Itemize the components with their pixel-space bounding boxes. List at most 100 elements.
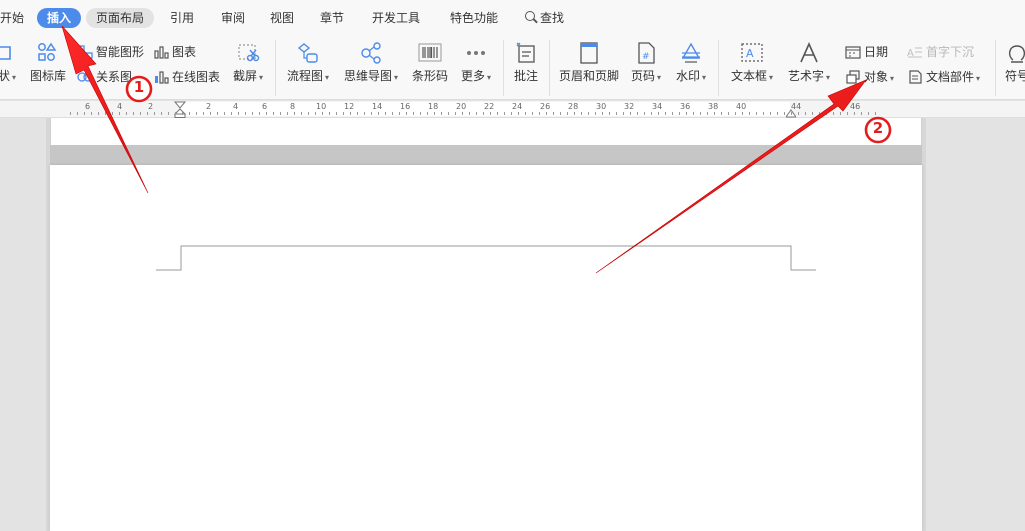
horizontal-ruler[interactable]: 6 4 2 2 4 6 8 10 12 14 16 18 20 22 24 26… xyxy=(0,101,1025,118)
wordart-button[interactable]: 艺术字 ▾ xyxy=(785,42,833,84)
smart-shape-button[interactable]: 智能图形 xyxy=(77,43,144,61)
watermark-button[interactable]: 水印 ▾ xyxy=(672,42,710,84)
ruler-label: 20 xyxy=(456,102,467,111)
ruler-tick xyxy=(588,112,589,115)
ruler-tick xyxy=(105,112,106,115)
ruler-label: 40 xyxy=(736,102,747,111)
ruler-tick xyxy=(476,112,477,115)
symbol-label: 符号 xyxy=(1004,69,1025,83)
search-icon xyxy=(525,11,538,24)
chart-button[interactable]: 图表 xyxy=(153,43,196,61)
ruler-tick xyxy=(357,112,358,115)
document-parts-icon xyxy=(909,70,922,84)
ruler-tick xyxy=(840,112,841,115)
tab-chapter[interactable]: 章节 xyxy=(320,8,344,28)
ruler-label: 36 xyxy=(680,102,691,111)
ruler-tick xyxy=(301,112,302,115)
ruler-label: 4 xyxy=(233,102,239,111)
tab-review[interactable]: 审阅 xyxy=(221,8,245,28)
watermark-label: 水印 xyxy=(675,69,700,83)
ruler-label: 22 xyxy=(484,102,495,111)
mindmap-button[interactable]: 思维导图 ▾ xyxy=(342,42,400,84)
ruler-tick xyxy=(511,112,512,115)
ruler-label: 16 xyxy=(400,102,411,111)
ruler-tick xyxy=(665,112,666,115)
ruler-tick xyxy=(238,112,239,115)
comment-icon xyxy=(516,42,535,63)
document-parts-button[interactable]: 文档部件 ▾ xyxy=(907,68,980,86)
ruler-tick xyxy=(322,112,323,115)
watermark-icon xyxy=(681,42,701,63)
ruler-tick xyxy=(413,112,414,115)
search-button[interactable]: 查找 xyxy=(525,8,564,28)
ruler-tick xyxy=(763,112,764,115)
more-button[interactable]: 更多 ▾ xyxy=(457,42,495,84)
ruler-tick xyxy=(231,112,232,115)
ruler-tick xyxy=(336,112,337,115)
ruler-tick xyxy=(147,112,148,115)
ruler-label: 46 xyxy=(850,102,861,111)
ruler-tick xyxy=(532,112,533,115)
textbox-button[interactable]: A 文本框 ▾ xyxy=(728,42,776,84)
tab-special-features[interactable]: 特色功能 xyxy=(450,8,498,28)
date-label: 日期 xyxy=(864,45,889,59)
barcode-label: 条形码 xyxy=(411,69,448,83)
ruler-label: 32 xyxy=(624,102,635,111)
drop-cap-label: 首字下沉 xyxy=(926,45,975,59)
relation-diagram-button[interactable]: 关系图 xyxy=(77,68,132,86)
symbol-button[interactable]: 符号 xyxy=(1002,42,1025,84)
mindmap-label: 思维导图 xyxy=(343,69,392,83)
ruler-tick xyxy=(819,112,820,115)
ruler-label: 14 xyxy=(372,102,383,111)
ruler-tick xyxy=(385,112,386,115)
drop-cap-button[interactable]: A 首字下沉 xyxy=(907,43,974,61)
ruler-tick xyxy=(847,112,848,115)
ruler-tick xyxy=(721,112,722,115)
page-number-button[interactable]: # 页码 ▾ xyxy=(628,42,664,84)
shape-button[interactable]: 状 ▾ xyxy=(0,42,18,84)
ruler-tick xyxy=(245,112,246,115)
ruler-label: 28 xyxy=(568,102,579,111)
previous-page-bottom[interactable] xyxy=(50,118,922,145)
relation-diagram-icon xyxy=(77,72,93,82)
ruler-tick xyxy=(343,112,344,115)
ruler-tick xyxy=(574,112,575,115)
tab-developer[interactable]: 开发工具 xyxy=(372,8,420,28)
ruler-tick xyxy=(252,112,253,115)
comment-button[interactable]: 批注 xyxy=(510,42,542,84)
page-gap xyxy=(50,145,922,165)
screenshot-button[interactable]: 截屏 ▾ xyxy=(230,42,266,84)
tab-insert[interactable]: 插入 xyxy=(37,8,82,28)
tab-view[interactable]: 视图 xyxy=(270,8,294,28)
ruler-tick xyxy=(546,112,547,115)
ruler-tick xyxy=(707,112,708,115)
ruler-tick xyxy=(875,112,876,115)
barcode-button[interactable]: 条形码 xyxy=(410,42,450,84)
tab-page-layout[interactable]: 页面布局 xyxy=(86,8,155,28)
header-footer-button[interactable]: 页眉和页脚 xyxy=(557,42,621,84)
ruler-tick xyxy=(525,112,526,115)
object-button[interactable]: 对象 ▾ xyxy=(845,68,894,86)
ruler-tick xyxy=(294,112,295,115)
online-chart-button[interactable]: 在线图表 xyxy=(153,68,220,86)
tab-references[interactable]: 引用 xyxy=(170,8,194,28)
document-area[interactable] xyxy=(0,118,1025,531)
ruler-tick xyxy=(70,112,71,115)
document-page[interactable] xyxy=(50,165,922,531)
menu-bar: 开始 插入 页面布局 引用 审阅 视图 章节 开发工具 特色功能 查找 xyxy=(0,0,1025,36)
ruler-tick xyxy=(616,112,617,115)
indent-marker-icon[interactable] xyxy=(174,101,186,118)
flowchart-button[interactable]: 流程图 ▾ xyxy=(285,42,331,84)
ruler-tick xyxy=(462,112,463,115)
date-button[interactable]: 日期 xyxy=(845,43,888,61)
icon-library-button[interactable]: 图标库 xyxy=(30,42,66,84)
ruler-tick xyxy=(259,112,260,115)
ruler-tick xyxy=(756,112,757,115)
tab-home[interactable]: 开始 xyxy=(0,8,24,28)
ruler-tick xyxy=(273,112,274,115)
ruler-tick xyxy=(791,112,792,115)
ruler-tick xyxy=(224,112,225,115)
ruler-tick xyxy=(203,112,204,115)
ruler-tick xyxy=(210,112,211,115)
comment-label: 批注 xyxy=(513,69,538,83)
